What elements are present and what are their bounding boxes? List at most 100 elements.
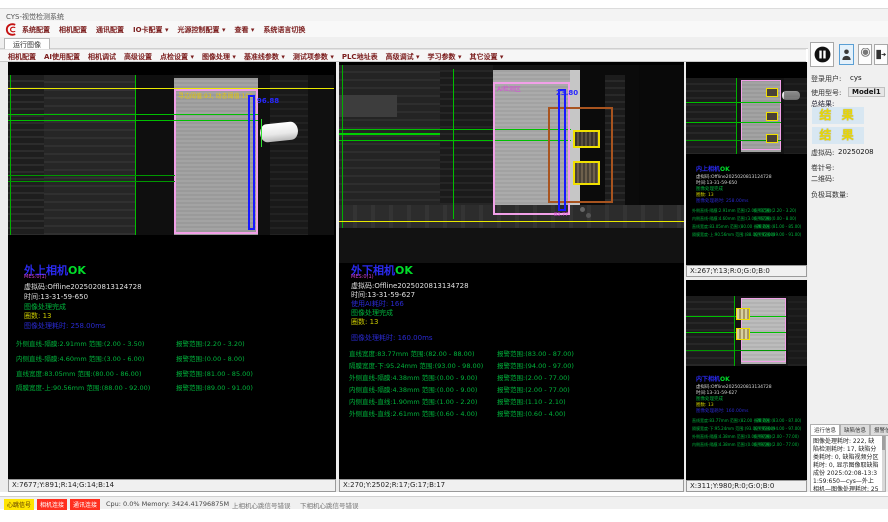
pixel-readout-strip: X:311;Y:980;R:0;G:0;B:0	[686, 480, 807, 492]
defect-box-yellow	[766, 134, 778, 143]
tool-baseline-params[interactable]: 基准线参数 ▾	[244, 52, 285, 62]
camera-result-title: 内上相机OK	[696, 164, 730, 173]
menu-items: 系统配置 相机配置 通讯配置 IO卡配置 ▾ 光源控制配置 ▾ 查看 ▾ 系统语…	[22, 25, 314, 35]
exit-button[interactable]	[874, 44, 888, 65]
alarm-range: 报警范围:(94.00 - 97.00)	[497, 360, 574, 370]
main-area: 寻边阈值:93, 动态阈值:100 96.88 外上相机OK MES:0(1) …	[0, 62, 888, 492]
right-sidebar: 登录用户: cys 使用型号: Model1 总结果: 结 果 结 果 虚拟码:…	[808, 40, 888, 492]
tool-spot-check[interactable]: 点检设置 ▾	[160, 52, 194, 62]
spindle-label: 卷针号:	[811, 163, 834, 173]
measure-line-green	[686, 122, 781, 123]
menu-item-system-config[interactable]: 系统配置	[22, 25, 50, 35]
measurement-row: 直线宽度:83.05mm 范围:(80.00 - 86.00) 报警范围:(81…	[692, 224, 769, 230]
machine-structure	[686, 296, 734, 366]
alarm-range: 报警范围:(2.00 - 77.00)	[497, 384, 570, 394]
camera-image-outer-lower[interactable]: AI检测区 23.80 83.77	[339, 65, 684, 263]
alarm-range: 报警范围:(0.00 - 8.00)	[754, 216, 796, 222]
tab-count-label: 负极耳数量:	[811, 190, 848, 200]
tool-other-settings[interactable]: 其它设置 ▾	[469, 52, 503, 62]
pause-button[interactable]	[810, 42, 834, 67]
login-user-button[interactable]	[839, 44, 854, 65]
machine-structure	[8, 75, 44, 235]
camera-name: 内上相机	[696, 166, 720, 173]
elapsed-line: 图像处理耗时: 258.00ms	[24, 321, 106, 331]
measure-line-green	[8, 181, 175, 182]
mes-line: MES:0(1)	[351, 274, 374, 280]
camera-image-inner-lower[interactable]	[686, 296, 807, 366]
result-box-lower: 结 果	[812, 127, 864, 144]
alarm-range: 报警范围:(83.00 - 87.00)	[754, 418, 801, 424]
measurement-text: 外侧直线-隔膜:4.38mm 范围:(0.00 - 9.00)	[349, 374, 477, 382]
machine-structure	[339, 228, 684, 263]
reference-line-yellow	[339, 221, 684, 222]
tool-camera-debug[interactable]: 相机调试	[88, 52, 116, 62]
tool-ai-config[interactable]: AI使用配置	[44, 52, 80, 62]
user-manage-button[interactable]	[858, 44, 872, 65]
measurement-row: 隔膜宽度-上:90.56mm 范围:(88.00 - 92.00) 报警范围:(…	[16, 382, 150, 392]
alarm-range: 报警范围:(89.00 - 91.00)	[754, 232, 801, 238]
roi-box-pink	[174, 89, 258, 234]
measurement-row: 直线宽度:83.77mm 范围:(82.00 - 88.00) 报警范围:(83…	[349, 348, 474, 358]
measure-value-blue: 23.80	[556, 89, 578, 97]
camera-image-outer-upper[interactable]: 寻边阈值:93, 动态阈值:100 96.88	[8, 75, 334, 235]
pixel-readout-strip: X:267;Y:13;R:0;G:0;B:0	[686, 265, 807, 277]
menu-item-view[interactable]: 查看 ▾	[234, 25, 254, 35]
measurement-row: 直线宽度:83.77mm 范围:(82.00 - 88.00) 报警范围:(83…	[692, 418, 769, 424]
tool-plc-address[interactable]: PLC地址表	[342, 52, 378, 62]
measurement-text: 隔膜宽度-下:95.24mm 范围:(93.00 - 98.00)	[349, 362, 483, 370]
ok-status: OK	[720, 166, 730, 173]
tool-test-params[interactable]: 测试项参数 ▾	[293, 52, 334, 62]
tool-learn-params[interactable]: 学习参数 ▾	[428, 52, 462, 62]
tab-bar: 运行图像	[0, 37, 888, 49]
exit-door-icon	[875, 48, 887, 61]
login-user-label: 登录用户:	[811, 74, 841, 84]
user-icon	[841, 48, 852, 61]
menu-item-language[interactable]: 系统语言切换	[263, 25, 305, 35]
threshold-note: 寻边阈值:93, 动态阈值:100	[178, 91, 253, 100]
log-scrollbar-thumb[interactable]	[882, 436, 885, 450]
defect-box-yellow	[766, 88, 778, 97]
menu-item-camera-config[interactable]: 相机配置	[59, 25, 87, 35]
alarm-range: 报警范围:(1.10 - 2.10)	[497, 396, 566, 406]
measurement-row: 内侧直线-直线:1.90mm 范围:(1.00 - 2.20) 报警范围:(1.…	[349, 396, 477, 406]
edge-marker-line	[453, 69, 454, 219]
run-log: 图像处理耗时: 222, 缺陷检测耗时: 17, 缺陷分类耗时: 0, 缺陷视频…	[810, 435, 886, 492]
alarm-range: 报警范围:(2.00 - 77.00)	[754, 434, 799, 440]
camera-panel-inner-lower: 内下相机OK 虚拟码:Offline2025020813134728 时间:13…	[686, 280, 807, 492]
tool-image-processing[interactable]: 图像处理 ▾	[202, 52, 236, 62]
menu-item-comm-config[interactable]: 通讯配置	[96, 25, 124, 35]
alarm-range: 报警范围:(2.00 - 77.00)	[497, 372, 570, 382]
menu-bar: 系统配置 相机配置 通讯配置 IO卡配置 ▾ 光源控制配置 ▾ 查看 ▾ 系统语…	[0, 21, 888, 37]
pixel-readout-strip: X:7677;Y:891;R:14;G:14;B:14	[8, 479, 336, 492]
machine-structure	[788, 296, 807, 366]
log-scrollbar[interactable]	[882, 436, 885, 491]
measurement-row: 外侧直线-隔膜:4.38mm 范围:(0.00 - 9.00) 报警范围:(2.…	[692, 434, 771, 440]
menu-item-light-config[interactable]: 光源控制配置 ▾	[178, 25, 226, 35]
status-bar: 心跳信号 相机连接 通讯连接 Cpu: 0.0% Memory: 3424.41…	[0, 496, 888, 509]
measure-line-green	[686, 350, 786, 351]
ai-roi-label: AI检测区	[497, 84, 521, 93]
machine-bolt	[580, 207, 585, 212]
defect-box-yellow	[573, 130, 600, 148]
defect-box-yellow	[573, 161, 600, 185]
machine-structure	[686, 78, 736, 154]
measure-line-green	[686, 102, 781, 103]
measure-box-blue	[558, 89, 566, 211]
camera-panel-outer-lower: AI检测区 23.80 83.77 外下相机OK MES:0(1) 虚拟码:Of…	[339, 62, 684, 492]
model-value[interactable]: Model1	[848, 87, 885, 97]
measurement-text: 外侧直线-隔膜:2.91mm 范围:(2.00 - 3.50)	[16, 340, 144, 348]
camera-result-title: 内下相机OK	[696, 374, 730, 383]
tool-advanced-debug[interactable]: 高级调试 ▾	[386, 52, 420, 62]
tool-camera-config[interactable]: 相机配置	[8, 52, 36, 62]
defect-box-yellow	[736, 308, 750, 320]
menu-item-io-config[interactable]: IO卡配置 ▾	[133, 25, 169, 35]
tab-run-image[interactable]: 运行图像	[4, 38, 50, 49]
measurement-text: 直线宽度:83.77mm 范围:(82.00 - 88.00)	[349, 350, 474, 358]
machine-structure	[784, 78, 807, 154]
measurement-text: 内侧直线-直线:1.90mm 范围:(1.00 - 2.20)	[349, 398, 477, 406]
measure-line-green	[8, 175, 175, 176]
measurement-row: 直线宽度:83.05mm 范围:(80.00 - 86.00) 报警范围:(81…	[16, 368, 141, 378]
camera-image-inner-upper[interactable]	[686, 78, 807, 154]
elapsed-line: 图像处理耗时: 160.00ms	[351, 333, 433, 343]
tool-advanced-settings[interactable]: 高级设置	[124, 52, 152, 62]
